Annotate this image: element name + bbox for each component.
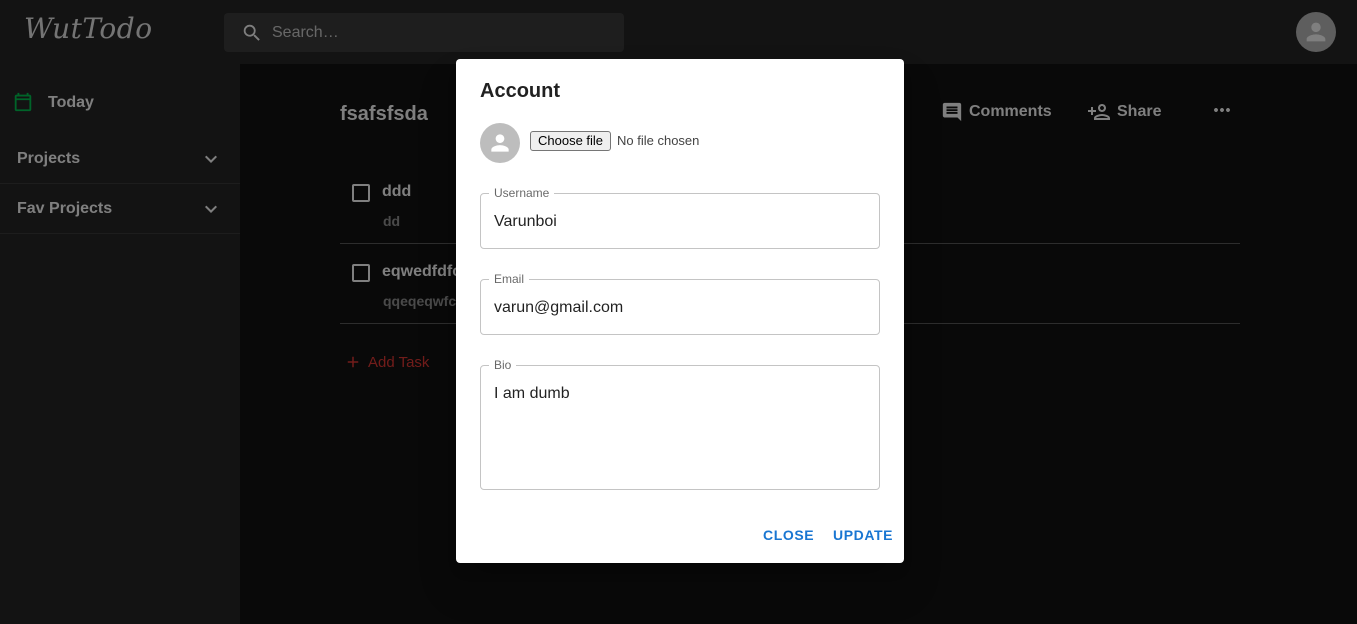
file-status-text: No file chosen (617, 133, 700, 148)
email-value: varun@gmail.com (494, 299, 624, 316)
account-circle-icon (491, 134, 509, 152)
dialog-title: Account (480, 80, 560, 102)
account-dialog: Account Choose file No file chosen Usern… (456, 59, 904, 563)
email-field[interactable]: Email varun@gmail.com (480, 272, 880, 335)
username-field[interactable]: Username Varunboi (480, 186, 880, 249)
username-label: Username (489, 186, 555, 200)
email-label: Email (489, 272, 530, 286)
update-button[interactable]: UPDATE (833, 527, 893, 543)
username-value: Varunboi (494, 213, 557, 230)
close-button[interactable]: CLOSE (763, 527, 814, 543)
bio-value: I am dumb (494, 385, 570, 402)
bio-field[interactable]: Bio I am dumb (480, 358, 880, 490)
choose-file-button[interactable]: Choose file (530, 131, 612, 151)
profile-avatar (480, 123, 520, 163)
bio-label: Bio (489, 358, 517, 372)
